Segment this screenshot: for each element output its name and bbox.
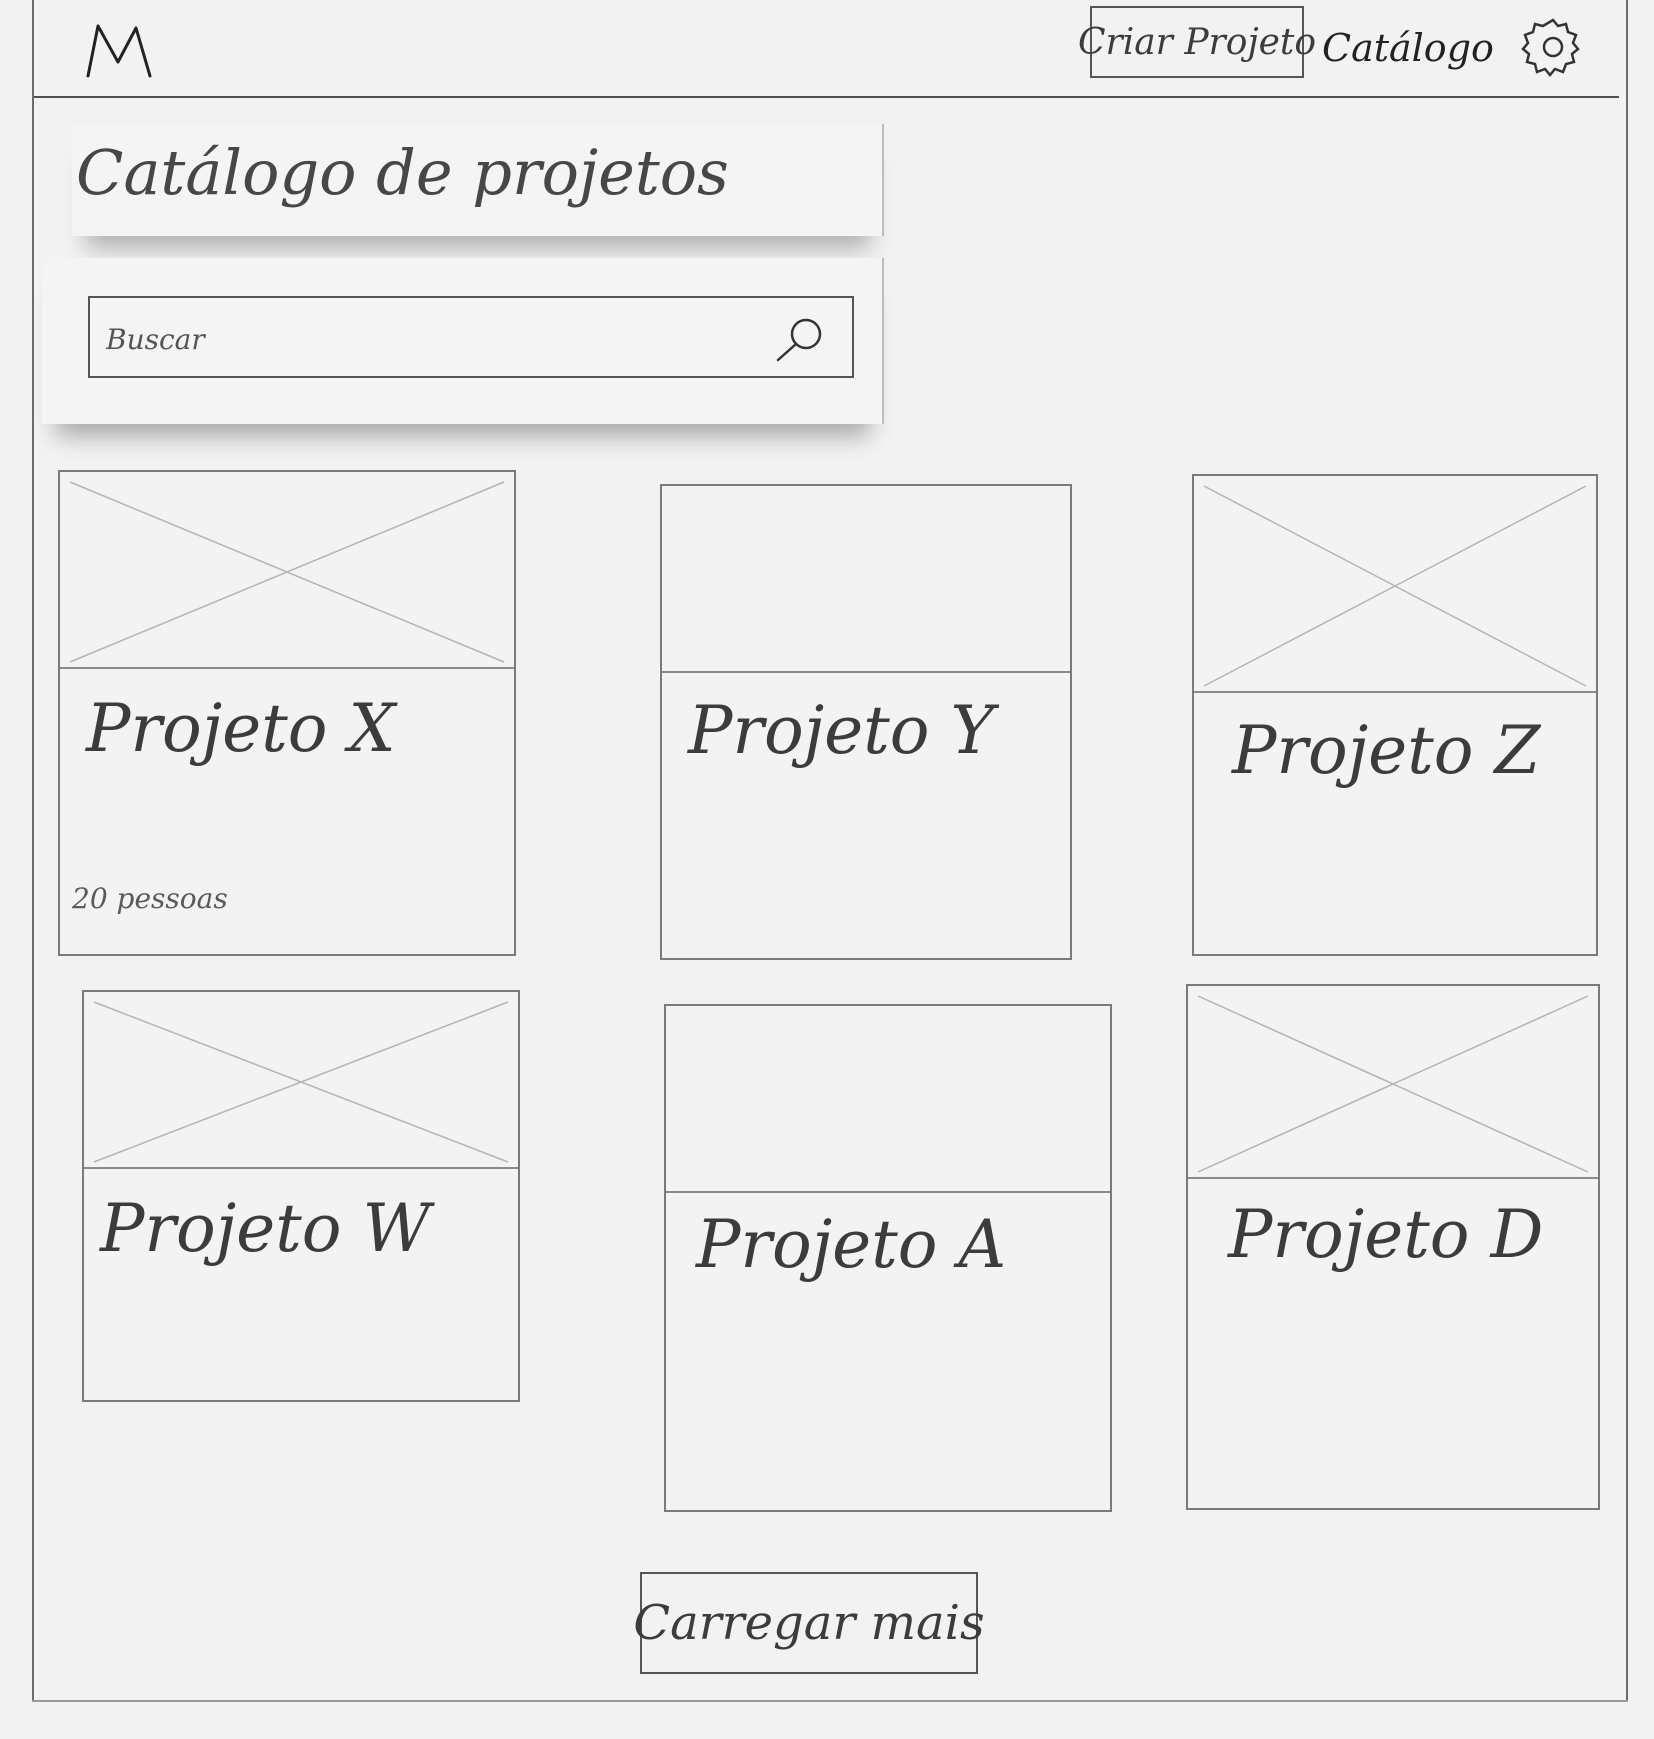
project-card[interactable]: Projeto A: [664, 1004, 1112, 1512]
image-placeholder: [666, 1191, 1110, 1193]
image-placeholder: [662, 671, 1070, 673]
project-card[interactable]: Projeto X 20 pessoas: [58, 470, 516, 956]
project-title: Projeto Y: [688, 692, 995, 769]
search-input[interactable]: [104, 308, 748, 370]
project-card[interactable]: Projeto W: [82, 990, 520, 1402]
image-placeholder: [84, 1001, 518, 1169]
app-logo[interactable]: M: [84, 22, 154, 80]
create-project-button[interactable]: Criar Projeto: [1078, 6, 1316, 78]
search-box[interactable]: [88, 296, 854, 378]
gear-icon[interactable]: [1520, 14, 1586, 80]
project-title: Projeto W: [100, 1190, 431, 1267]
image-placeholder: [1188, 995, 1598, 1179]
project-card[interactable]: Projeto Z: [1192, 474, 1598, 956]
image-placeholder: [60, 481, 514, 669]
page-title: Catálogo de projetos: [76, 136, 729, 209]
load-more-button[interactable]: Carregar mais: [633, 1572, 985, 1674]
project-card[interactable]: Projeto D: [1186, 984, 1600, 1510]
project-members: 20 pessoas: [72, 882, 228, 915]
project-title: Projeto Z: [1232, 712, 1541, 789]
project-title: Projeto D: [1228, 1196, 1544, 1273]
image-placeholder: [1194, 485, 1596, 693]
project-card[interactable]: Projeto Y: [660, 484, 1072, 960]
project-title: Projeto X: [86, 690, 396, 767]
project-title: Projeto A: [696, 1206, 1007, 1283]
frame-bottom-edge: [32, 1700, 1628, 1702]
search-icon[interactable]: [772, 314, 828, 366]
header-divider: [34, 96, 1619, 98]
nav-link-catalog[interactable]: Catálogo: [1322, 16, 1494, 80]
